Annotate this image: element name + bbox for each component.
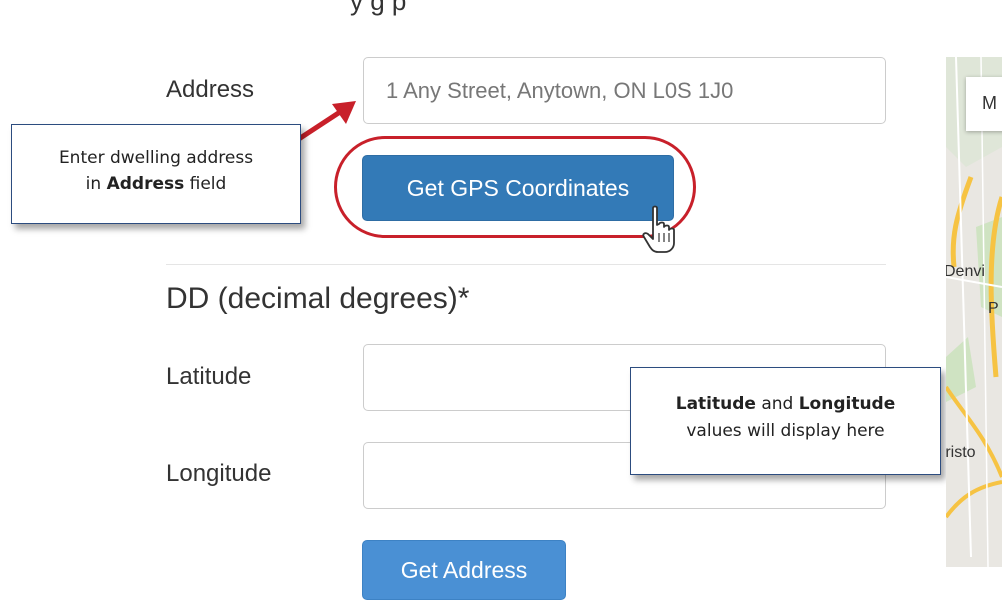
- latlon-callout-line2: values will display here: [686, 421, 885, 441]
- map-panel[interactable]: M Denvi P rristo: [946, 57, 1002, 567]
- longitude-label: Longitude: [166, 460, 272, 487]
- address-label: Address: [166, 76, 255, 103]
- section-divider: [166, 264, 886, 265]
- map-type-control[interactable]: M: [966, 77, 1002, 131]
- address-callout: Enter dwelling address in Address field: [11, 124, 301, 224]
- dd-heading: DD (decimal degrees)*: [166, 282, 470, 315]
- get-address-button[interactable]: Get Address: [362, 540, 566, 600]
- address-callout-line2: in Address field: [85, 174, 227, 194]
- map-place-label: P: [988, 300, 999, 317]
- map-place-label: rristo: [946, 444, 976, 461]
- get-gps-coordinates-button[interactable]: Get GPS Coordinates: [362, 155, 674, 221]
- map-place-label: Denvi: [946, 263, 985, 280]
- address-callout-line1: Enter dwelling address: [58, 148, 254, 168]
- latitude-label: Latitude: [166, 363, 252, 390]
- section-title-partial: y g p: [350, 0, 407, 16]
- latlon-callout-line1: Latitude and Longitude: [675, 394, 896, 414]
- latlon-callout: Latitude and Longitude values will displ…: [630, 367, 941, 475]
- address-input[interactable]: [363, 57, 886, 124]
